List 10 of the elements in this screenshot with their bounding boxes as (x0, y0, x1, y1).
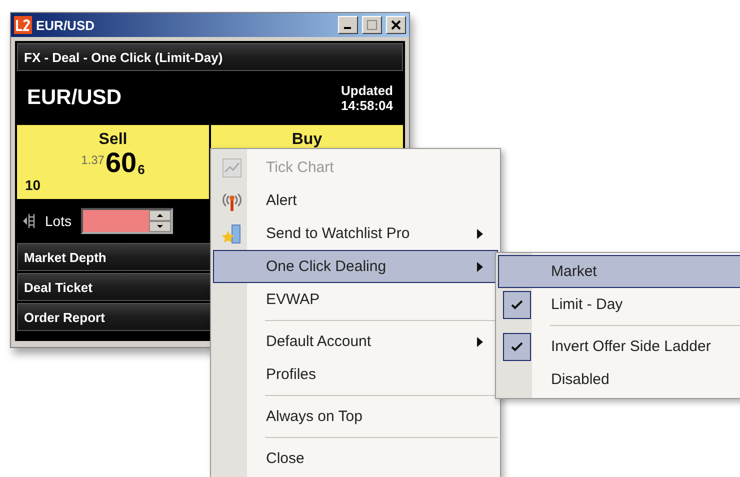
lots-label: Lots (45, 213, 72, 229)
currency-pair: EUR/USD (27, 86, 122, 110)
updated-time: 14:58:04 (340, 98, 393, 113)
price-pip: 6 (138, 162, 145, 177)
deal-title-bar: FX - Deal - One Click (Limit-Day) (17, 43, 403, 71)
sell-size: 10 (25, 177, 41, 193)
price-prefix: 1.37 (81, 153, 104, 167)
price-big-figure: 60 (105, 149, 137, 177)
updated-label: Updated (341, 83, 393, 98)
window-title: EUR/USD (36, 18, 96, 32)
